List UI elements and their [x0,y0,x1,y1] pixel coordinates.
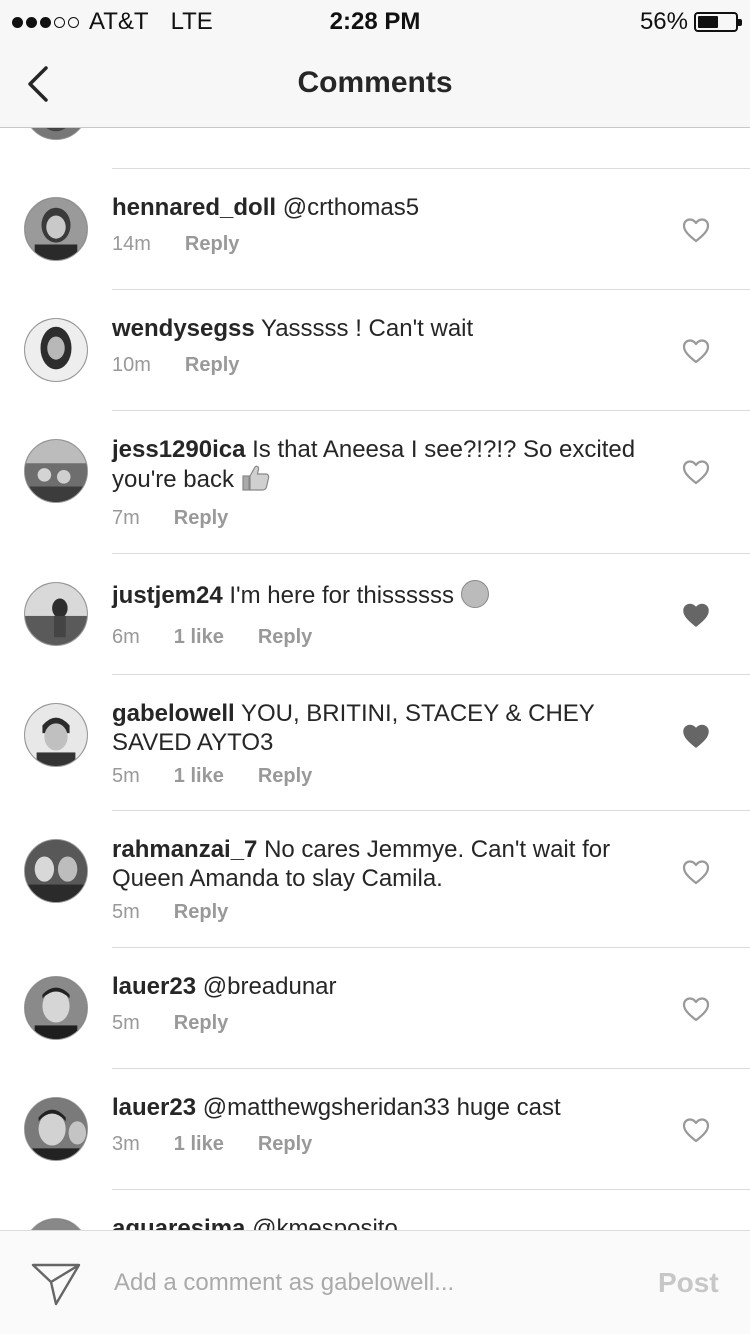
heart-filled-icon[interactable] [682,723,710,749]
avatar[interactable] [24,976,88,1040]
reply-button[interactable]: Reply [174,507,228,530]
comment-username[interactable]: rahmanzai_7 [112,836,257,863]
avatar[interactable] [24,197,88,261]
comment-row: jess1290ica Is that Aneesa I see?!?!? So… [0,411,750,553]
comment-row: lauer23 @matthewgsheridan33 huge cast 3m… [0,1069,750,1189]
comment-input[interactable] [114,1265,614,1301]
comment-meta: 6m 1 like Reply [112,626,312,649]
comment-text: hennared_doll @crthomas5 [112,193,652,222]
battery-icon [694,12,742,32]
reply-button[interactable]: Reply [258,765,312,788]
like-count[interactable]: 1 like [174,1133,224,1156]
comment-meta: 5m Reply [112,1012,228,1035]
post-button[interactable]: Post [658,1267,719,1299]
partial-comment [0,128,750,168]
comment-time: 10m [112,354,151,376]
comment-text: lauer23 @breadunar [112,972,652,1001]
comment-row: lauer23 @breadunar 5m Reply [0,948,750,1068]
comment-text: jess1290ica Is that Aneesa I see?!?!? So… [112,435,652,494]
comment-text: wendysegss Yasssss ! Can't wait [112,314,652,343]
nav-bar: Comments [0,40,750,128]
status-bar: AT&T LTE 2:28 PM 56% [0,0,750,40]
comments-list[interactable]: hennared_doll @crthomas5 14m Reply wendy… [0,128,750,1230]
upside-down-face-emoji-icon [460,580,489,608]
avatar[interactable] [24,128,88,140]
avatar[interactable] [24,1097,88,1161]
status-time: 2:28 PM [329,8,421,35]
avatar[interactable] [24,839,88,903]
comment-username[interactable]: justjem24 [112,582,223,609]
avatar[interactable] [24,1218,88,1230]
comment-meta: 5m 1 like Reply [112,765,312,788]
comment-row: gabelowell YOU, BRITINI, STACEY & CHEY S… [0,675,750,810]
thumbs-up-emoji-icon [242,465,269,491]
comment-body: @matthewgsheridan33 huge cast [202,1094,561,1121]
comment-time: 7m [112,507,140,529]
comment-meta: 7m Reply [112,507,228,530]
comment-time: 5m [112,765,140,787]
comment-text: lauer23 @matthewgsheridan33 huge cast [112,1093,652,1122]
reply-button[interactable]: Reply [258,626,312,649]
reply-button[interactable]: Reply [174,901,228,924]
comment-meta: 3m 1 like Reply [112,1133,312,1156]
comment-body: @kmesposito [252,1215,398,1230]
avatar[interactable] [24,318,88,382]
comment-username[interactable]: jess1290ica [112,436,245,463]
comment-row: justjem24 I'm here for thissssss 6m 1 li… [0,554,750,674]
comment-row: aquaresima @kmesposito [0,1190,750,1230]
paper-plane-icon[interactable] [30,1261,82,1307]
heart-outline-icon[interactable] [682,217,710,243]
comment-text: rahmanzai_7 No cares Jemmye. Can't wait … [112,835,652,893]
comment-text: aquaresima @kmesposito [112,1214,652,1230]
avatar[interactable] [24,582,88,646]
reply-button[interactable]: Reply [258,1133,312,1156]
comment-meta: 10m Reply [112,354,239,377]
like-count[interactable]: 1 like [174,765,224,788]
battery-percent: 56% [639,8,688,35]
page-title: Comments [297,66,453,99]
reply-button[interactable]: Reply [185,233,239,256]
comment-meta: 14m Reply [112,233,239,256]
comment-username[interactable]: lauer23 [112,973,196,1000]
comment-text: justjem24 I'm here for thissssss [112,580,652,610]
reply-button[interactable]: Reply [185,354,239,377]
comment-row: rahmanzai_7 No cares Jemmye. Can't wait … [0,811,750,947]
comment-username[interactable]: wendysegss [112,315,255,342]
avatar[interactable] [24,439,88,503]
heart-outline-icon[interactable] [682,1117,710,1143]
comment-composer: Post [0,1230,750,1334]
heart-outline-icon[interactable] [682,338,710,364]
reply-button[interactable]: Reply [174,1012,228,1035]
like-count[interactable]: 1 like [174,626,224,649]
heart-outline-icon[interactable] [682,459,710,485]
heart-filled-icon[interactable] [682,602,710,628]
comment-meta: 5m Reply [112,901,228,924]
comment-body: @crthomas5 [282,194,420,221]
comment-time: 5m [112,1012,140,1034]
comment-username[interactable]: hennared_doll [112,194,276,221]
comment-time: 6m [112,626,140,648]
avatar[interactable] [24,703,88,767]
comment-row: wendysegss Yasssss ! Can't wait 10m Repl… [0,290,750,410]
comment-text: gabelowell YOU, BRITINI, STACEY & CHEY S… [112,699,652,757]
comment-username[interactable]: aquaresima [112,1215,245,1230]
heart-outline-icon[interactable] [682,859,710,885]
comment-row: hennared_doll @crthomas5 14m Reply [0,169,750,289]
comment-time: 14m [112,233,151,255]
heart-outline-icon[interactable] [682,996,710,1022]
comment-username[interactable]: gabelowell [112,700,235,727]
comment-body: @breadunar [202,973,337,1000]
comment-body: Yasssss ! Can't wait [260,315,474,342]
comment-time: 5m [112,901,140,923]
comment-time: 3m [112,1133,140,1155]
comment-username[interactable]: lauer23 [112,1094,196,1121]
comment-body: I'm here for thissssss [229,582,455,609]
